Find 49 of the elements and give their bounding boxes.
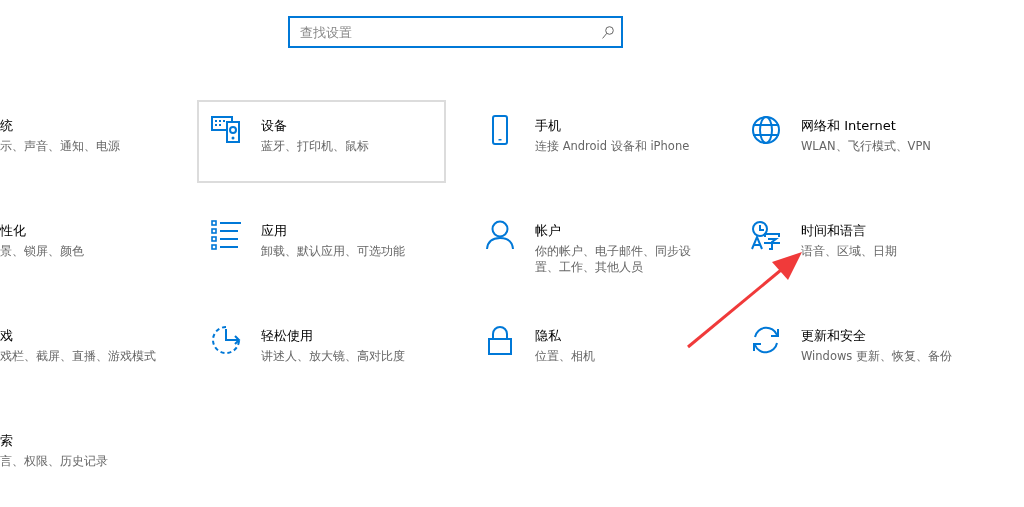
tile-title: 性化 [0, 222, 27, 240]
tile-description: Windows 更新、恢复、备份 [801, 348, 952, 364]
tile-description: 讲述人、放大镜、高对比度 [261, 348, 405, 364]
tile-title: 手机 [535, 117, 562, 135]
keyboard-speaker-icon [211, 115, 241, 145]
tile-title: 应用 [261, 222, 288, 240]
padlock-icon [485, 325, 515, 355]
settings-tile[interactable]: 戏 戏栏、截屏、直播、游戏模式 [0, 310, 190, 393]
tile-description: 语音、区域、日期 [801, 243, 897, 259]
tile-description: WLAN、飞行模式、VPN [801, 138, 931, 154]
settings-tile[interactable]: 隐私 位置、相机 [471, 310, 720, 393]
settings-tile[interactable]: 更新和安全 Windows 更新、恢复、备份 [737, 310, 986, 393]
circular-arrows-icon [751, 325, 781, 355]
tile-description: 戏栏、截屏、直播、游戏模式 [0, 348, 156, 364]
settings-tile[interactable]: 时间和语言 语音、区域、日期 [737, 205, 986, 288]
settings-tile[interactable]: 设备 蓝牙、打印机、鼠标 [197, 100, 446, 183]
tile-description: 示、声音、通知、电源 [0, 138, 120, 154]
tile-title: 设备 [261, 117, 288, 135]
search-icon [602, 26, 614, 39]
settings-tile[interactable]: 帐户 你的帐户、电子邮件、同步设置、工作、其他人员 [471, 205, 720, 288]
tile-description: 言、权限、历史记录 [0, 453, 108, 469]
settings-tile[interactable]: 应用 卸载、默认应用、可选功能 [197, 205, 446, 288]
tile-title: 索 [0, 432, 14, 450]
list-icon [211, 220, 241, 250]
settings-tile[interactable]: 轻松使用 讲述人、放大镜、高对比度 [197, 310, 446, 393]
tile-description: 卸载、默认应用、可选功能 [261, 243, 405, 259]
tile-title: 戏 [0, 327, 14, 345]
tile-description: 你的帐户、电子邮件、同步设置、工作、其他人员 [535, 243, 692, 275]
tile-title: 轻松使用 [261, 327, 314, 345]
tile-title: 统 [0, 117, 14, 135]
search-field[interactable]: 查找设置 [288, 16, 623, 48]
tile-title: 时间和语言 [801, 222, 867, 240]
tile-description: 连接 Android 设备和 iPhone [535, 138, 690, 154]
clock-letters-icon [751, 220, 781, 250]
settings-tile[interactable]: 索 言、权限、历史记录 [0, 415, 190, 498]
tile-title: 更新和安全 [801, 327, 867, 345]
tile-title: 网络和 Internet [801, 117, 897, 135]
tile-description: 景、锁屏、颜色 [0, 243, 84, 259]
settings-tile[interactable]: 网络和 Internet WLAN、飞行模式、VPN [737, 100, 986, 183]
dashed-circle-arrow-icon [211, 325, 241, 355]
settings-tile[interactable]: 统 示、声音、通知、电源 [0, 100, 190, 183]
person-icon [485, 220, 515, 250]
tile-description: 位置、相机 [535, 348, 595, 364]
settings-tile[interactable]: 性化 景、锁屏、颜色 [0, 205, 190, 288]
tile-title: 隐私 [535, 327, 562, 345]
tile-title: 帐户 [535, 222, 562, 240]
globe-icon [751, 115, 781, 145]
settings-tile[interactable]: 手机 连接 Android 设备和 iPhone [471, 100, 720, 183]
tile-description: 蓝牙、打印机、鼠标 [261, 138, 369, 154]
